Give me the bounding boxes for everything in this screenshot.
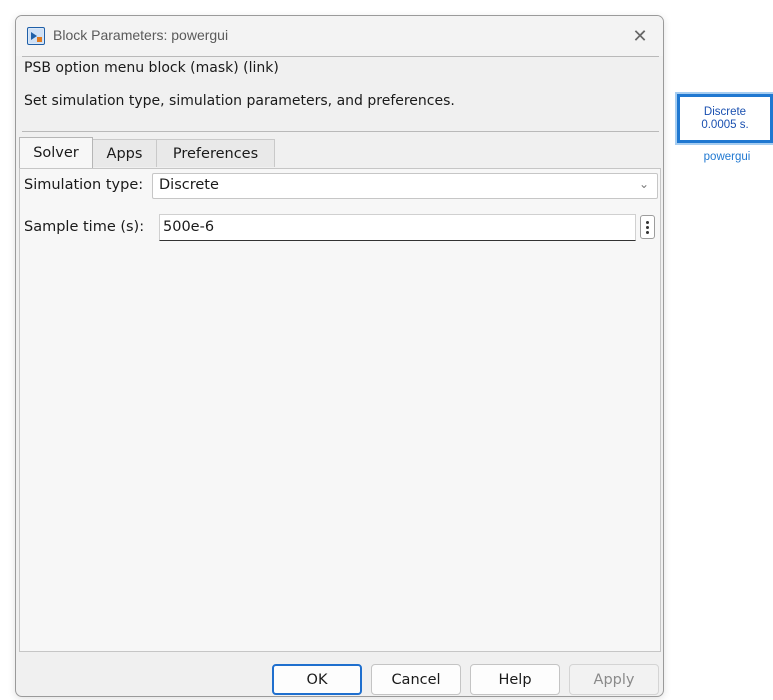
tab-apps[interactable]: Apps: [92, 139, 157, 167]
simulation-type-value: Discrete: [159, 177, 219, 193]
ok-button[interactable]: OK: [272, 664, 362, 695]
kebab-menu-icon[interactable]: [640, 215, 655, 239]
mask-description-title: PSB option menu block (mask) (link): [22, 60, 282, 76]
mask-description-group: PSB option menu block (mask) (link) Set …: [22, 56, 659, 132]
cancel-button[interactable]: Cancel: [371, 664, 461, 695]
block-parameters-dialog: Block Parameters: powergui ✕ PSB option …: [15, 15, 664, 697]
powergui-block[interactable]: Discrete 0.0005 s.: [677, 94, 773, 143]
mask-description-text: Set simulation type, simulation paramete…: [24, 93, 455, 109]
block-line-1: Discrete: [703, 105, 747, 118]
chevron-down-icon: ⌄: [638, 177, 649, 191]
simulink-block-icon: [27, 27, 45, 45]
window-title: Block Parameters: powergui: [53, 27, 229, 43]
title-bar[interactable]: Block Parameters: powergui ✕: [16, 16, 663, 56]
tab-preferences[interactable]: Preferences: [156, 139, 275, 167]
solver-panel: Simulation type: Discrete ⌄ Sample time …: [19, 168, 661, 652]
apply-button[interactable]: Apply: [569, 664, 659, 695]
tab-solver[interactable]: Solver: [19, 137, 93, 168]
simulation-type-select[interactable]: Discrete ⌄: [152, 173, 658, 199]
block-line-2: 0.0005 s.: [701, 118, 749, 131]
sample-time-input[interactable]: 500e-6: [159, 214, 636, 241]
tab-bar: Solver Apps Preferences: [19, 137, 275, 169]
block-name-label[interactable]: powergui: [692, 151, 762, 163]
help-button[interactable]: Help: [470, 664, 560, 695]
sample-time-label: Sample time (s):: [24, 219, 145, 235]
simulation-type-label: Simulation type:: [24, 177, 144, 193]
close-icon[interactable]: ✕: [625, 22, 655, 50]
